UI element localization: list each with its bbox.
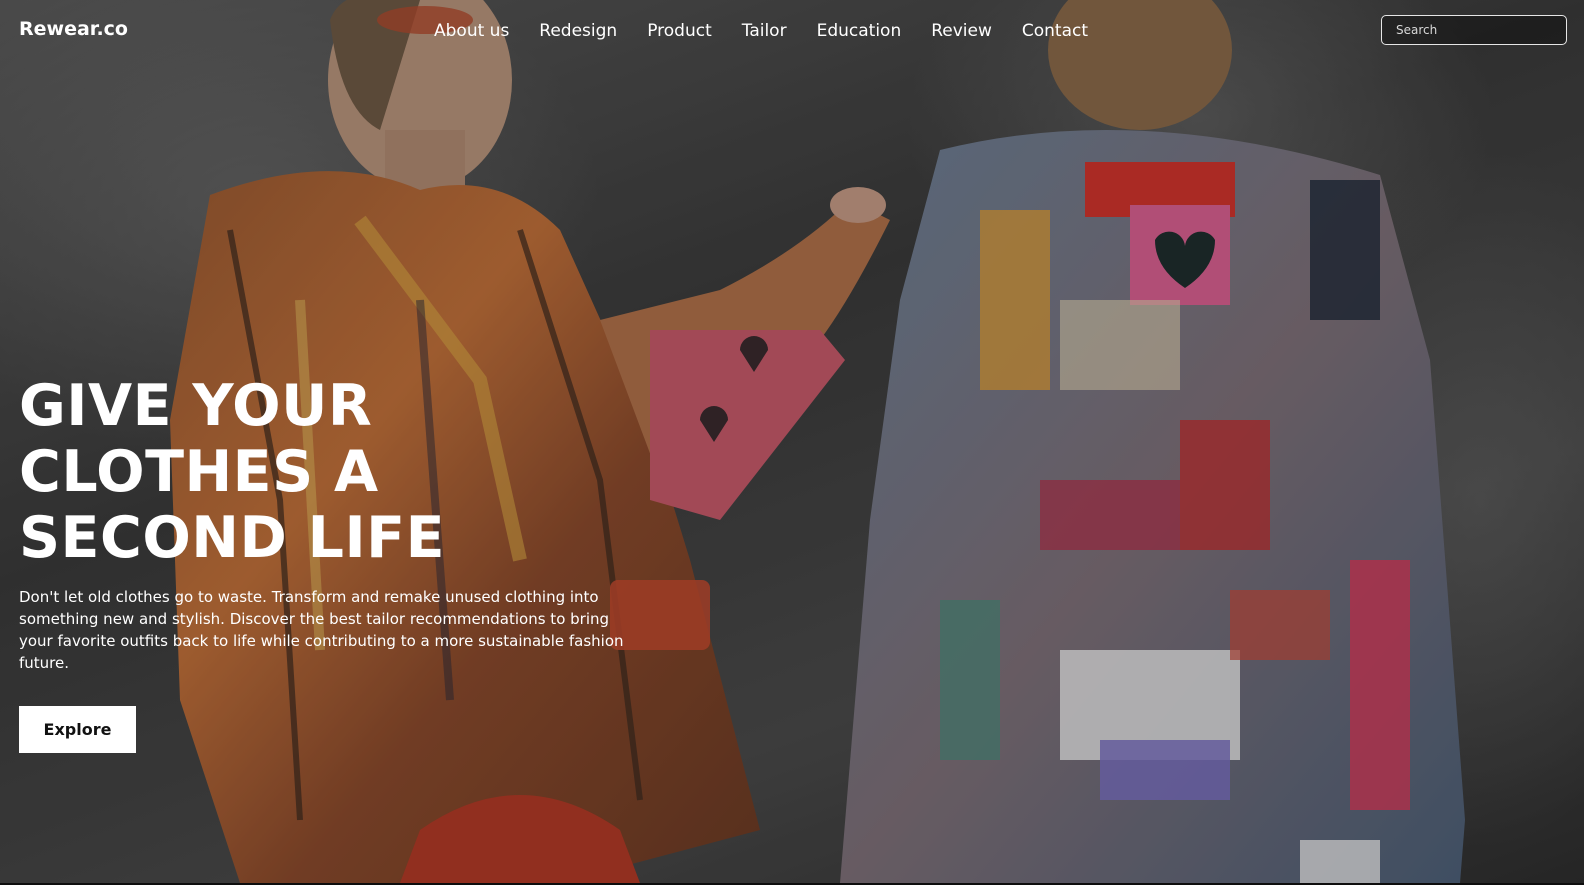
headline-line: CLOTHES A [19, 439, 379, 505]
nav-item-tailor[interactable]: Tailor [742, 20, 787, 42]
explore-button[interactable]: Explore [19, 706, 136, 753]
nav-item-product[interactable]: Product [647, 20, 712, 42]
nav-item-about-us[interactable]: About us [434, 20, 509, 42]
brand-logo[interactable]: Rewear.co [19, 18, 128, 40]
nav-item-education[interactable]: Education [817, 20, 902, 42]
nav-item-contact[interactable]: Contact [1022, 20, 1088, 42]
nav-item-review[interactable]: Review [931, 20, 992, 42]
hero-description: Don't let old clothes go to waste. Trans… [19, 588, 624, 672]
hero-section: Rewear.co About us Redesign Product Tail… [0, 0, 1584, 883]
search-input[interactable] [1382, 22, 1566, 38]
headline-line: GIVE YOUR [19, 373, 373, 439]
nav-item-redesign[interactable]: Redesign [539, 20, 617, 42]
hero-headline: GIVE YOUR CLOTHES A SECOND LIFE [19, 373, 445, 571]
main-nav: About us Redesign Product Tailor Educati… [434, 20, 1088, 42]
headline-line: SECOND LIFE [19, 505, 446, 571]
search-box [1381, 15, 1567, 45]
